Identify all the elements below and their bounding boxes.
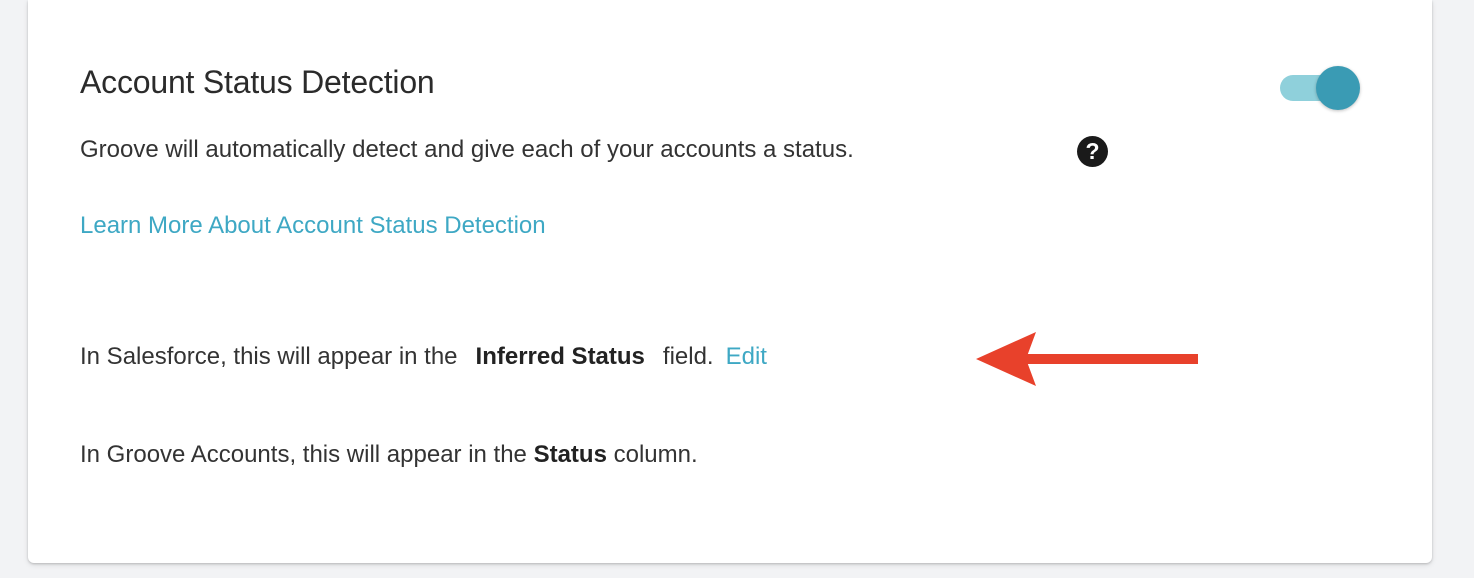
salesforce-line-suffix: field. [662, 343, 714, 370]
groove-line-suffix: column. [606, 441, 698, 468]
salesforce-line-prefix: In Salesforce, this will appear in the [80, 343, 458, 370]
status-column-name: Status [533, 441, 607, 468]
toggle-knob [1316, 66, 1360, 110]
inferred-status-field-name: Inferred Status [475, 343, 645, 370]
learn-more-link[interactable]: Learn More About Account Status Detectio… [80, 212, 546, 240]
salesforce-field-line: In Salesforce, this will appear in the In… [80, 343, 767, 371]
edit-link[interactable]: Edit [726, 343, 767, 370]
section-description: Groove will automatically detect and giv… [80, 136, 854, 163]
red-arrow-annotation-icon [976, 332, 1198, 386]
groove-line-prefix: In Groove Accounts, this will appear in … [80, 441, 534, 468]
section-title: Account Status Detection [80, 64, 435, 100]
account-status-detection-card: Account Status Detection Groove will aut… [28, 0, 1432, 563]
help-icon[interactable]: ? [1077, 136, 1108, 167]
status-detection-toggle[interactable] [1278, 66, 1360, 110]
arrow-shaft [1024, 354, 1198, 364]
groove-accounts-line: In Groove Accounts, this will appear in … [80, 441, 698, 469]
